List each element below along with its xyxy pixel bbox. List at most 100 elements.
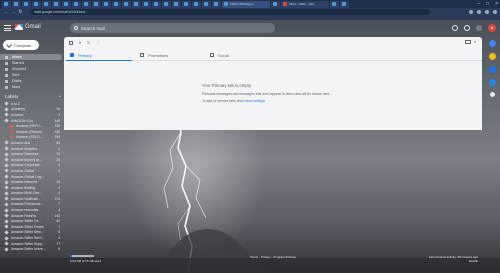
tab-promotions[interactable]: Promotions [134,49,204,61]
browser-tab[interactable] [12,0,21,8]
extension-icon[interactable] [477,10,481,14]
browser-tab[interactable] [172,0,181,8]
favicon-icon [124,2,128,6]
apps-grid-icon[interactable] [476,25,482,31]
label-count: 3 [58,112,60,117]
profile-icon[interactable] [493,10,497,14]
label-count: 19 [56,180,60,185]
more-options-icon[interactable]: ⋮ [96,41,100,45]
label-count: 195 [54,124,60,129]
browser-tab[interactable] [330,0,339,8]
browser-tab[interactable] [132,0,141,8]
browser-tab[interactable] [142,0,151,8]
browser-tab[interactable] [2,0,11,8]
main-menu-icon[interactable] [4,25,11,31]
keyboard-icon[interactable] [465,40,472,44]
label-tag-icon [4,241,9,246]
close-icon[interactable]: × [495,1,498,7]
favicon-icon [54,2,58,6]
browser-tab[interactable] [152,0,161,8]
sidebar-item-label: Snoozed [12,67,27,71]
browser-tab[interactable] [212,0,221,8]
inbox-settings-link[interactable]: inbox settings. [244,99,266,103]
extension-icon[interactable] [485,10,489,14]
reload-icon[interactable]: ↻ [17,9,24,15]
browser-tab[interactable] [192,0,201,8]
sidebar-item-label: Inbox [12,55,22,59]
url-field[interactable]: mail.google.com/mail/u/0/#inbox [30,9,430,15]
contacts-icon[interactable] [488,79,496,86]
back-icon[interactable]: ← [3,9,10,15]
browser-tab[interactable]: Inbox - AMA…(40) [281,0,329,8]
browser-tab[interactable] [62,0,71,8]
minimize-icon[interactable]: – [477,1,480,7]
sidebar-item-more[interactable]: More [0,84,64,90]
chevron-down-icon[interactable]: ▾ [474,40,476,44]
browser-tab[interactable] [92,0,101,8]
extension-icon[interactable] [469,10,473,14]
gmail-logo[interactable]: Gmail [15,24,41,30]
clock-icon [5,67,8,71]
label-tag-icon [4,179,9,185]
category-tabs: Primary Promotions Social [64,49,482,61]
label-name: Amazon buyer's m... [11,157,42,162]
tab-primary[interactable]: Primary [64,49,134,61]
compose-button[interactable]: Compose [3,40,39,50]
search-bar[interactable]: Search mail [70,23,275,33]
browser-tab[interactable] [182,0,191,8]
chevron-down-icon [5,85,8,89]
browser-tab[interactable] [102,0,111,8]
forward-icon[interactable]: → [10,9,17,15]
search-icon[interactable] [74,26,78,30]
search-input[interactable]: Search mail [81,26,105,31]
browser-tab[interactable] [271,0,280,8]
tasks-icon[interactable] [488,66,496,73]
label-name: amazon lending [11,185,35,190]
details-link[interactable]: Details [429,259,478,263]
tab-social[interactable]: Social [204,49,274,61]
browser-tab[interactable] [122,0,131,8]
favicon-icon [104,2,108,6]
label-tag-icon [4,224,9,229]
help-icon[interactable] [452,25,458,31]
browser-tab[interactable] [162,0,171,8]
label-tag-icon [4,140,9,146]
browser-tab-active[interactable]: AWS CSS Report [222,0,270,8]
keep-icon[interactable] [488,53,496,60]
select-dropdown-icon[interactable]: ▾ [79,41,81,45]
maximize-icon[interactable]: □ [486,1,489,7]
label-item[interactable]: Amazon Seller Unive... 6 [0,246,64,252]
label-name: Amazon Answers [11,146,38,151]
settings-gear-icon[interactable] [464,25,470,31]
browser-tab[interactable] [42,0,51,8]
select-all-checkbox[interactable] [69,41,73,45]
calendar-icon[interactable] [488,40,496,47]
browser-tab[interactable] [112,0,121,8]
favicon-icon [154,2,158,6]
browser-tab[interactable] [340,0,349,8]
browser-tab[interactable] [32,0,41,8]
favicon-icon [204,2,208,6]
add-label-icon[interactable]: + [58,94,61,99]
address-bar: ← → ↻ mail.google.com/mail/u/0/#inbox [0,8,500,16]
browser-tab[interactable] [72,0,81,8]
label-tag-icon [4,101,9,106]
browser-tab[interactable] [202,0,211,8]
sidebar-item-label: Drafts [12,79,22,83]
input-tools: ▾ [465,40,476,44]
refresh-icon[interactable]: ↻ [87,41,90,45]
favicon-icon [34,2,38,6]
favicon-icon [184,2,188,6]
browser-tab[interactable] [52,0,61,8]
footer-links[interactable]: Terms · Privacy · Program Policies [250,255,296,259]
avatar[interactable]: A [488,24,496,32]
browser-tab[interactable] [22,0,31,8]
label-count: 4 [58,208,60,213]
browser-tab[interactable] [82,0,91,8]
empty-message: Personal messages and messages that don'… [202,92,331,96]
label-tag-icon [9,135,14,140]
storage-bar-fill [70,255,72,257]
favicon-icon [94,2,98,6]
add-on-icon[interactable] [489,92,495,97]
send-icon [5,73,8,77]
